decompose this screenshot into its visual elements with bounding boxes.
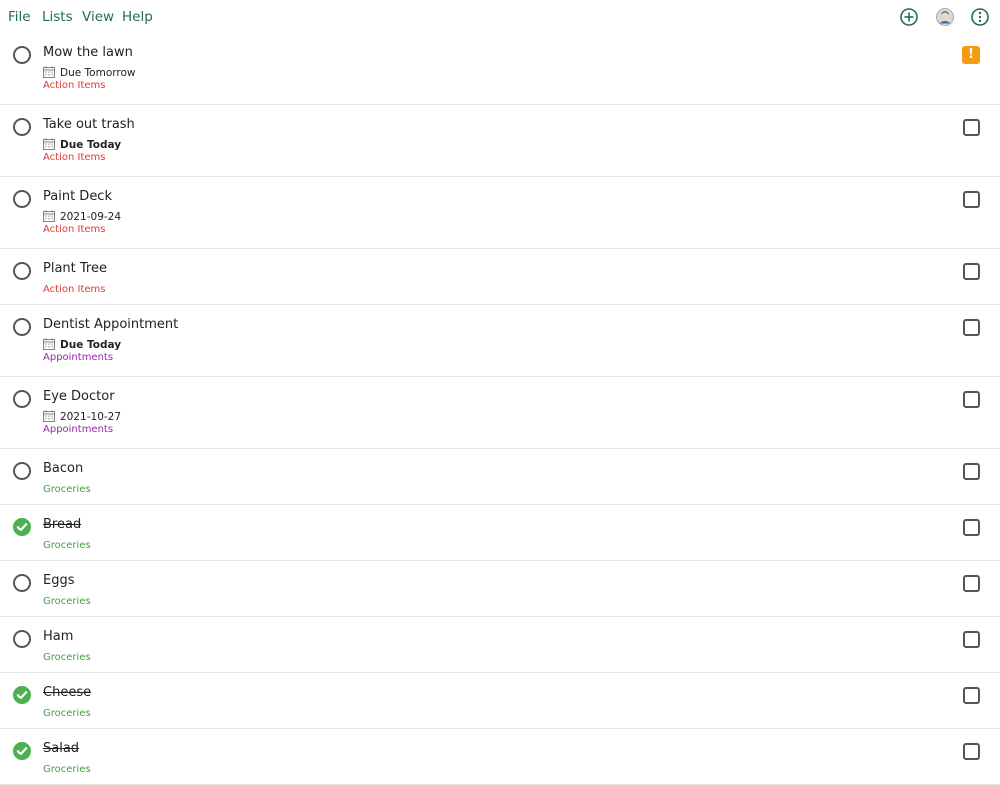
task-title[interactable]: Paint Deck (43, 189, 112, 204)
task-checkbox[interactable] (963, 263, 980, 280)
menu-file[interactable]: File (8, 9, 31, 25)
task-checkbox[interactable] (963, 119, 980, 136)
task-list: Mow the lawn Due Tomorrow Action Items! Tak… (0, 33, 1000, 785)
task-row[interactable]: Eggs Groceries (0, 561, 1000, 617)
complete-toggle-circle[interactable] (13, 630, 31, 648)
checkmark-circle-icon[interactable] (13, 686, 31, 704)
task-title[interactable]: Mow the lawn (43, 45, 133, 60)
menu-lists[interactable]: Lists (42, 9, 73, 25)
task-checkbox[interactable] (963, 463, 980, 480)
complete-toggle-circle[interactable] (13, 318, 31, 336)
task-title[interactable]: Bacon (43, 461, 83, 476)
category-label: Action Items (43, 152, 106, 163)
task-checkbox[interactable] (963, 687, 980, 704)
task-checkbox[interactable] (963, 575, 980, 592)
complete-toggle-circle[interactable] (13, 462, 31, 480)
due-date-label: 2021-09-24 (60, 211, 122, 223)
task-checkbox[interactable] (963, 743, 980, 760)
task-row[interactable]: Bacon Groceries (0, 449, 1000, 505)
task-row[interactable]: Plant Tree Action Items (0, 249, 1000, 305)
task-row[interactable]: Mow the lawn Due Tomorrow Action Items! (0, 33, 1000, 105)
task-title[interactable]: Take out trash (43, 117, 135, 132)
due-date-label: 2021-10-27 (60, 411, 122, 423)
task-title[interactable]: Ham (43, 629, 73, 644)
task-row[interactable]: Take out trash Due Today Action Items (0, 105, 1000, 177)
complete-toggle-circle[interactable] (13, 118, 31, 136)
menu-view[interactable]: View (82, 9, 114, 25)
complete-toggle-circle[interactable] (13, 390, 31, 408)
task-title[interactable]: Plant Tree (43, 261, 107, 276)
checkmark-circle-icon[interactable] (13, 742, 31, 760)
task-title[interactable]: Eggs (43, 573, 75, 588)
category-label: Groceries (43, 540, 91, 551)
task-checkbox[interactable] (963, 319, 980, 336)
due-date-label: Due Tomorrow (60, 67, 136, 79)
task-row[interactable]: Eye Doctor 2021-10-27 Appointments (0, 377, 1000, 449)
task-checkbox[interactable] (963, 191, 980, 208)
category-label: Groceries (43, 764, 91, 775)
category-label: Appointments (43, 352, 114, 363)
task-title[interactable]: Salad (43, 741, 79, 756)
more-options-icon[interactable] (970, 7, 990, 27)
task-title[interactable]: Eye Doctor (43, 389, 115, 404)
task-title[interactable]: Dentist Appointment (43, 317, 178, 332)
complete-toggle-circle[interactable] (13, 574, 31, 592)
category-label: Groceries (43, 484, 91, 495)
category-label: Action Items (43, 284, 106, 295)
complete-toggle-circle[interactable] (13, 262, 31, 280)
due-date-label: Due Today (60, 139, 122, 151)
category-label: Action Items (43, 224, 106, 235)
category-label: Action Items (43, 80, 106, 91)
task-row[interactable]: Ham Groceries (0, 617, 1000, 673)
task-checkbox[interactable] (963, 519, 980, 536)
task-title[interactable]: Bread (43, 517, 81, 532)
category-label: Groceries (43, 708, 91, 719)
avatar-icon[interactable] (935, 7, 955, 27)
category-label: Groceries (43, 596, 91, 607)
task-title[interactable]: Cheese (43, 685, 91, 700)
task-row[interactable]: Cheese Groceries (0, 673, 1000, 729)
menu-help[interactable]: Help (122, 9, 153, 25)
priority-flag-icon[interactable]: ! (962, 46, 980, 64)
complete-toggle-circle[interactable] (13, 190, 31, 208)
checkmark-circle-icon[interactable] (13, 518, 31, 536)
task-checkbox[interactable] (963, 631, 980, 648)
task-row[interactable]: Paint Deck 2021-09-24 Action Items (0, 177, 1000, 249)
due-date-label: Due Today (60, 339, 122, 351)
task-row[interactable]: Dentist Appointment Due Today Appointments (0, 305, 1000, 377)
complete-toggle-circle[interactable] (13, 46, 31, 64)
task-checkbox[interactable] (963, 391, 980, 408)
category-label: Groceries (43, 652, 91, 663)
category-label: Appointments (43, 424, 114, 435)
add-circle-icon[interactable] (899, 7, 919, 27)
task-row[interactable]: Salad Groceries (0, 729, 1000, 785)
task-row[interactable]: Bread Groceries (0, 505, 1000, 561)
menu-bar: File Lists View Help (0, 0, 1000, 36)
